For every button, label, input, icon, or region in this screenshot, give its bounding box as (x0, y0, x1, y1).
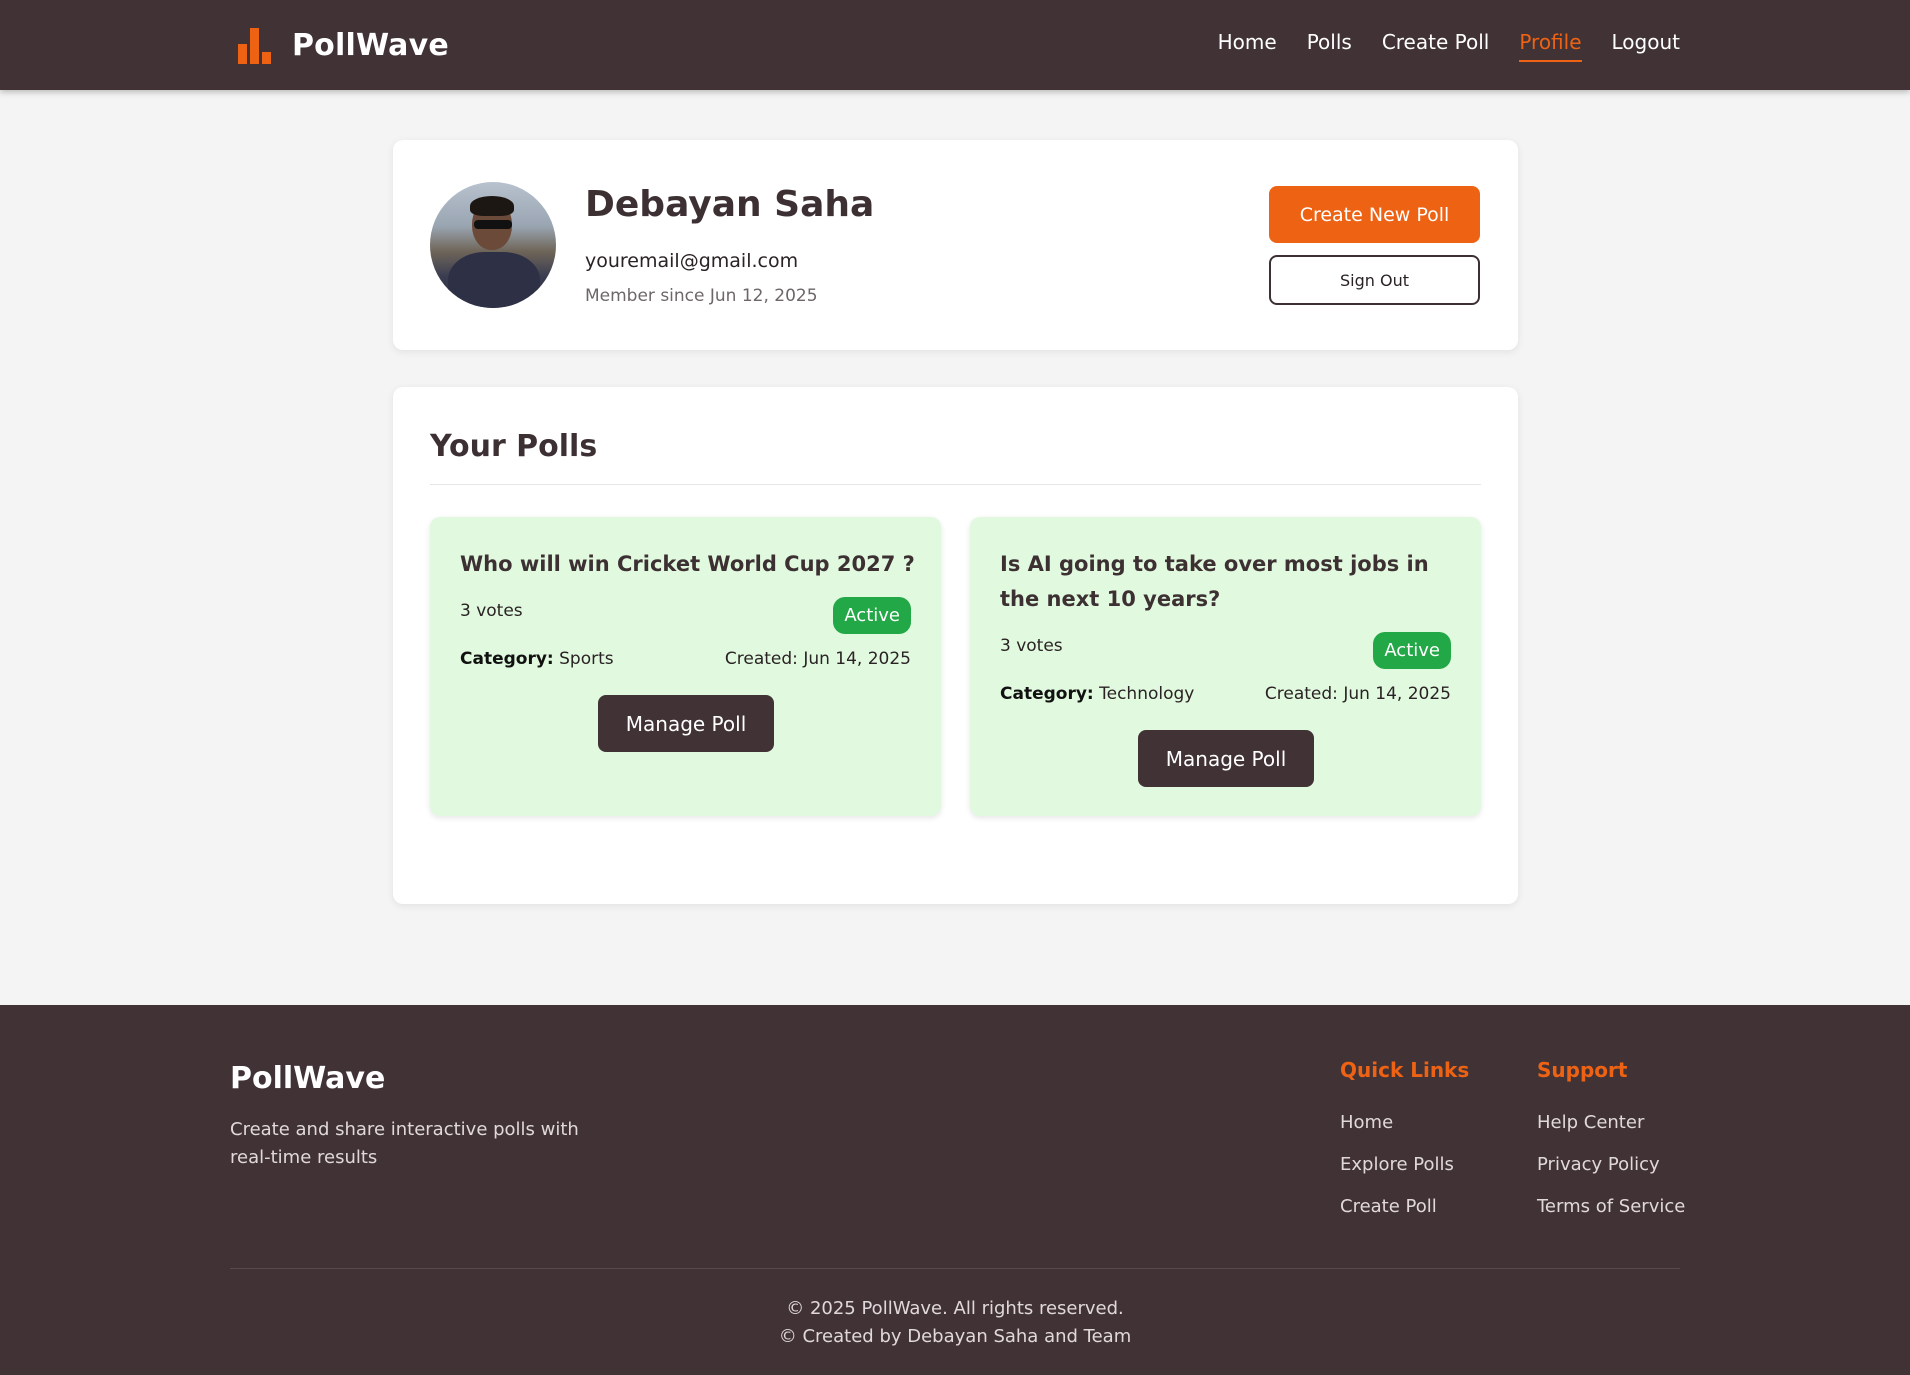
poll-created-date: Created: Jun 14, 2025 (1264, 684, 1451, 704)
footer-link-explore-polls[interactable]: Explore Polls (1340, 1144, 1469, 1186)
sign-out-button[interactable]: Sign Out (1269, 255, 1480, 305)
profile-email: youremail@gmail.com (585, 250, 799, 272)
poll-question: Is AI going to take over most jobs in th… (1000, 552, 1429, 611)
footer-col-title: Support (1537, 1058, 1628, 1082)
nav-link-home[interactable]: Home (1218, 30, 1277, 62)
copyright: © 2025 PollWave. All rights reserved. (786, 1298, 1124, 1319)
footer-link-terms-of-service[interactable]: Terms of Service (1537, 1186, 1685, 1228)
avatar (430, 182, 556, 308)
brand-name: PollWave (292, 27, 449, 63)
footer-divider (230, 1268, 1680, 1269)
poll-card: Who will win Cricket World Cup 2027 ? 3 … (430, 517, 941, 816)
status-badge: Active (1373, 632, 1451, 669)
footer: PollWave Create and share interactive po… (0, 1005, 1910, 1375)
poll-votes: 3 votes (460, 601, 523, 621)
category-label: Category: (1000, 684, 1094, 704)
footer-quick-links: Quick Links Home Explore Polls Create Po… (1340, 1058, 1469, 1228)
manage-poll-button[interactable]: Manage Poll (598, 695, 774, 752)
category-label: Category: (460, 649, 554, 669)
category-value: Sports (559, 649, 614, 669)
member-since: Member since Jun 12, 2025 (585, 286, 818, 306)
manage-poll-button[interactable]: Manage Poll (1138, 730, 1314, 787)
poll-created-date: Created: Jun 14, 2025 (724, 649, 911, 669)
nav-link-logout[interactable]: Logout (1612, 30, 1680, 62)
footer-link-home[interactable]: Home (1340, 1102, 1469, 1144)
footer-support: Support Help Center Privacy Policy Terms… (1537, 1058, 1685, 1228)
poll-question: Who will win Cricket World Cup 2027 ? (460, 552, 915, 576)
poll-category: Category: Sports (460, 649, 614, 669)
nav-link-create-poll[interactable]: Create Poll (1382, 30, 1490, 62)
bar-chart-logo-icon (236, 26, 272, 64)
poll-votes: 3 votes (1000, 636, 1063, 656)
footer-brand: PollWave (230, 1061, 386, 1096)
top-navbar: PollWave Home Polls Create Poll Profile … (0, 0, 1910, 90)
nav-links: Home Polls Create Poll Profile Logout (1218, 30, 1680, 62)
divider (430, 484, 1481, 485)
poll-card: Is AI going to take over most jobs in th… (970, 517, 1481, 816)
create-new-poll-button[interactable]: Create New Poll (1269, 186, 1480, 243)
section-title: Your Polls (430, 429, 598, 464)
your-polls-section: Your Polls Who will win Cricket World Cu… (393, 387, 1518, 904)
footer-link-privacy-policy[interactable]: Privacy Policy (1537, 1144, 1685, 1186)
category-value: Technology (1099, 684, 1195, 704)
footer-link-help-center[interactable]: Help Center (1537, 1102, 1685, 1144)
profile-name: Debayan Saha (585, 184, 875, 225)
footer-col-title: Quick Links (1340, 1058, 1470, 1082)
footer-tagline: Create and share interactive polls with … (230, 1119, 579, 1168)
profile-card: Debayan Saha youremail@gmail.com Member … (393, 140, 1518, 350)
status-badge: Active (833, 597, 911, 634)
brand[interactable]: PollWave (236, 26, 449, 64)
credit: © Created by Debayan Saha and Team (778, 1326, 1132, 1347)
footer-link-create-poll[interactable]: Create Poll (1340, 1186, 1469, 1228)
nav-link-polls[interactable]: Polls (1307, 30, 1352, 62)
nav-link-profile[interactable]: Profile (1519, 30, 1582, 62)
poll-category: Category: Technology (1000, 684, 1194, 704)
